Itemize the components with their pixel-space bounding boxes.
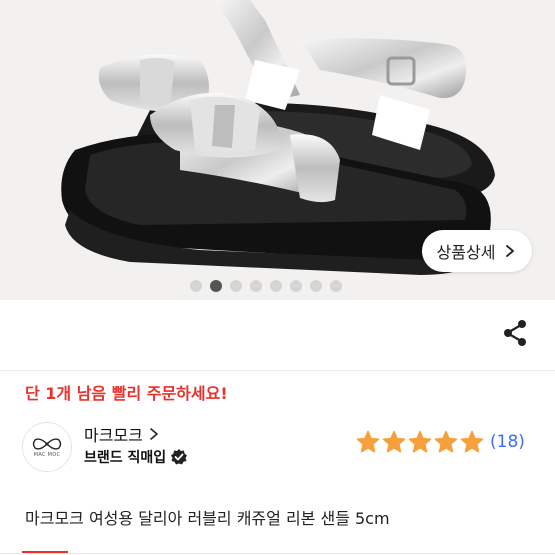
carousel-dot-active[interactable] (210, 280, 222, 292)
star-icon (460, 430, 484, 453)
star-icon (408, 430, 432, 453)
verified-check-icon (171, 449, 188, 465)
carousel-dot[interactable] (190, 280, 202, 292)
bottom-divider (0, 553, 555, 554)
carousel-dot[interactable] (270, 280, 282, 292)
carousel-dot[interactable] (250, 280, 262, 292)
brand-name: 마크모크 (84, 426, 143, 445)
chevron-right-icon (506, 245, 515, 257)
low-stock-notice: 단 1개 남음 빨리 주문하세요! (25, 384, 228, 403)
image-carousel-indicator (190, 280, 342, 292)
star-icon (356, 430, 380, 453)
star-icon (434, 430, 458, 453)
product-image[interactable]: 상품상세 (0, 0, 555, 300)
brand-direct-purchase-badge: 브랜드 직매입 (84, 450, 167, 466)
product-detail-button[interactable]: 상품상세 (422, 230, 532, 272)
bow-logo-icon (32, 437, 62, 450)
review-count[interactable]: (18) (490, 432, 525, 452)
carousel-dot[interactable] (290, 280, 302, 292)
brand-logo-text: MAC MOC (33, 451, 61, 458)
product-title: 마크모크 여성용 달리아 러블리 캐쥬얼 리본 샌들 5cm (25, 509, 390, 528)
share-icon[interactable] (500, 318, 530, 348)
product-detail-label: 상품상세 (436, 243, 496, 262)
brand-badge-row: 브랜드 직매입 (84, 447, 188, 467)
carousel-dot[interactable] (230, 280, 242, 292)
brand-link[interactable]: 마크모크 (84, 422, 159, 446)
product-rating[interactable]: (18) (356, 430, 525, 454)
carousel-dot[interactable] (310, 280, 322, 292)
carousel-dot[interactable] (330, 280, 342, 292)
section-divider (0, 370, 555, 371)
star-icon (382, 430, 406, 453)
chevron-right-icon (150, 428, 158, 440)
brand-logo[interactable]: MAC MOC (22, 422, 72, 472)
